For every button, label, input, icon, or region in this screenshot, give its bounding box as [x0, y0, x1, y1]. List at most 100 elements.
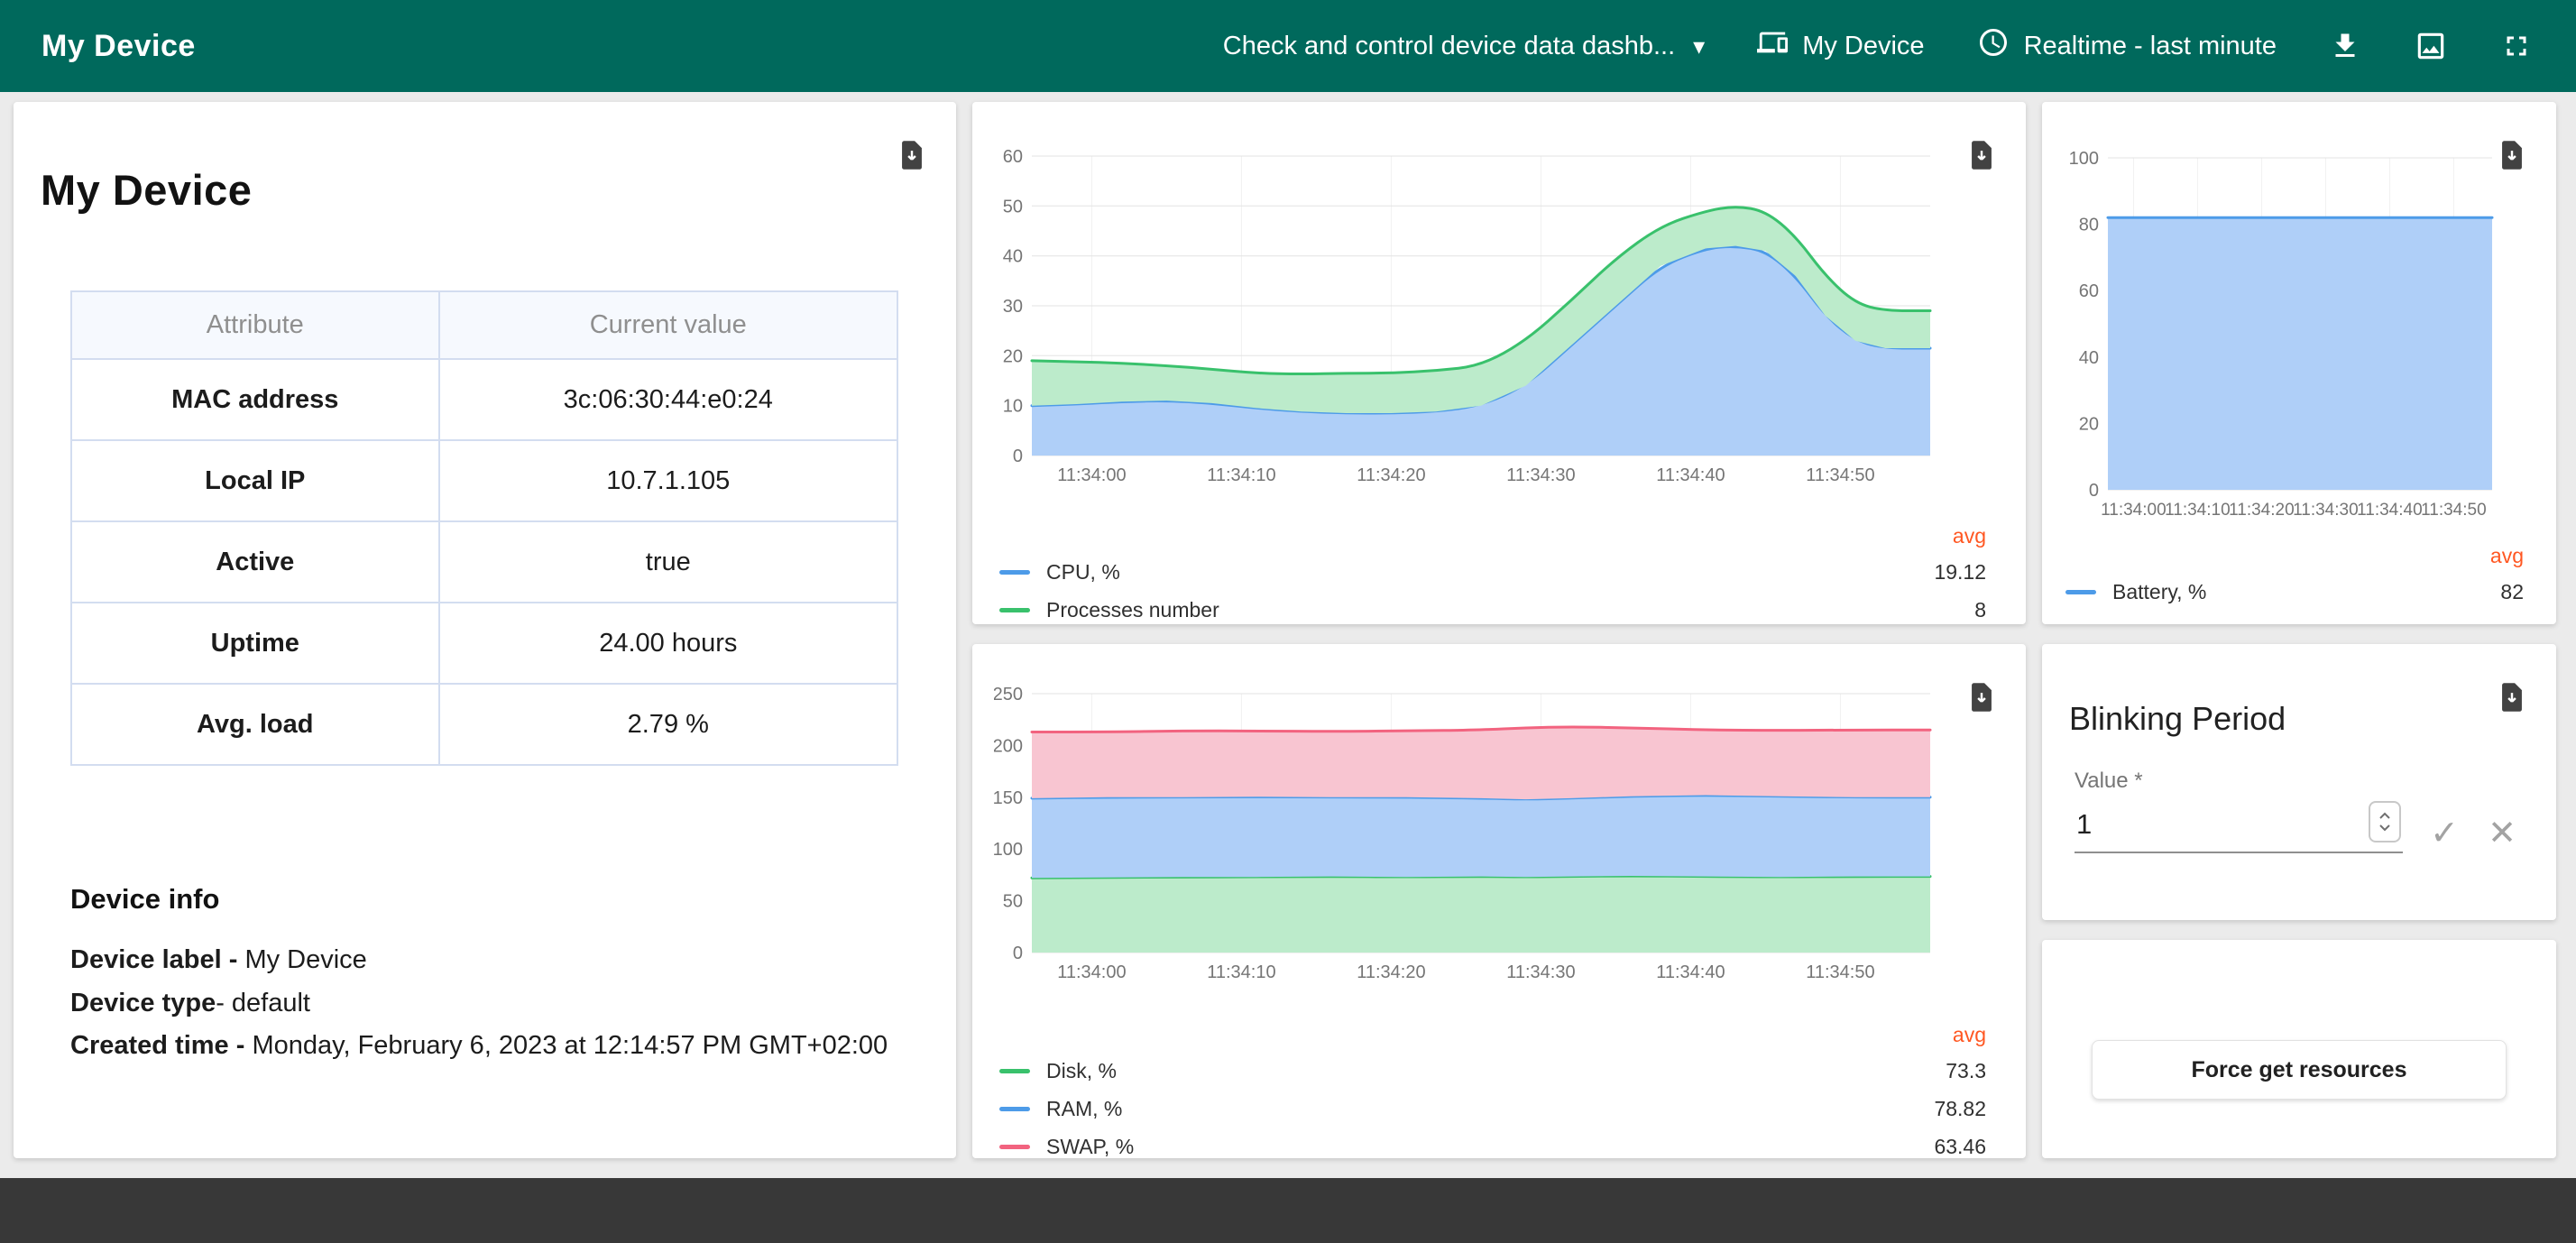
legend-label[interactable]: Processes number [1046, 598, 1219, 622]
info-value: My Device [244, 945, 366, 974]
y-tick-label: 30 [1003, 297, 1023, 317]
battery-chart-widget: 02040608010011:34:0011:34:1011:34:2011:3… [2042, 102, 2556, 624]
x-tick-label: 11:34:30 [1506, 962, 1575, 982]
attr-cell: Local IP [71, 440, 439, 521]
x-tick-label: 11:34:50 [1806, 465, 1874, 485]
y-tick-label: 80 [2079, 216, 2099, 235]
device-entity-button[interactable]: My Device [1757, 27, 1924, 65]
x-tick-label: 11:34:20 [1357, 962, 1425, 982]
legend-label[interactable]: SWAP, % [1046, 1135, 1134, 1159]
legend-avg-header: avg [999, 519, 1986, 553]
table-header-current-value: Current value [439, 291, 897, 359]
y-tick-label: 0 [1013, 944, 1023, 963]
export-widget-icon[interactable] [898, 140, 925, 173]
blinking-period-title: Blinking Period [2069, 700, 2286, 738]
legend-avg-value: 19.12 [1934, 560, 1986, 585]
table-header-row: Attribute Current value [71, 291, 897, 359]
value-cell: 24.00 hours [439, 603, 897, 684]
value-cell: 10.7.1.105 [439, 440, 897, 521]
x-tick-label: 11:34:10 [1207, 962, 1275, 982]
series-area [2108, 217, 2492, 490]
apply-check-icon[interactable]: ✓ [2423, 812, 2466, 855]
resources-chart-widget: 05010015020025011:34:0011:34:1011:34:201… [972, 644, 2026, 1158]
x-tick-label: 11:34:20 [2229, 501, 2295, 520]
y-tick-label: 50 [1003, 892, 1023, 912]
value-field-label: Value * [2075, 769, 2143, 794]
app-title: My Device [41, 29, 196, 64]
y-tick-label: 100 [994, 840, 1023, 860]
legend-row: Disk, %73.3 [999, 1052, 1986, 1090]
fullscreen-icon[interactable] [2500, 30, 2533, 62]
chart-legend: avg CPU, % 19.12 Processes number 8 [999, 519, 1986, 629]
x-tick-label: 11:34:30 [2293, 501, 2359, 520]
info-value: Monday, February 6, 2023 at 12:14:57 PM … [252, 1031, 888, 1060]
table-row: Local IP 10.7.1.105 [71, 440, 897, 521]
device-info-line: Device type- default [70, 982, 898, 1026]
download-icon[interactable] [2329, 30, 2361, 62]
dashboard-select-label: Check and control device data dashb... [1223, 32, 1675, 61]
info-label: Created time - [70, 1031, 252, 1060]
timewindow-button[interactable]: Realtime - last minute [1977, 26, 2277, 66]
x-tick-label: 11:34:00 [1057, 465, 1126, 485]
legend-label[interactable]: RAM, % [1046, 1097, 1122, 1121]
legend-swatch [2065, 590, 2096, 594]
x-tick-label: 11:34:00 [1057, 962, 1126, 982]
legend-row: RAM, % 78.82 [999, 1090, 1986, 1128]
x-tick-label: 11:34:40 [2357, 501, 2423, 520]
legend-label[interactable]: Battery, % [2112, 580, 2206, 604]
legend-swatch [999, 1069, 1030, 1073]
screenshot-image-icon[interactable] [2414, 29, 2448, 63]
blinking-period-widget: Blinking Period Value * ✓ ✕ [2042, 644, 2556, 920]
y-tick-label: 40 [2079, 348, 2099, 368]
export-widget-icon[interactable] [1968, 140, 1995, 173]
x-tick-label: 11:34:50 [1806, 962, 1874, 982]
export-widget-icon[interactable] [2498, 682, 2525, 715]
series-area [1032, 876, 1930, 953]
number-spinner[interactable] [2369, 801, 2401, 842]
table-row: Avg. load 2.79 % [71, 684, 897, 765]
device-entity-label: My Device [1802, 32, 1924, 61]
battery-chart[interactable]: 02040608010011:34:0011:34:1011:34:2011:3… [2056, 142, 2525, 529]
y-tick-label: 150 [994, 788, 1023, 808]
x-tick-label: 11:34:40 [1656, 465, 1725, 485]
legend-avg-header: avg [2065, 539, 2524, 573]
dashboard-select[interactable]: Check and control device data dashb... ▾ [1223, 32, 1705, 61]
legend-label[interactable]: CPU, % [1046, 560, 1120, 585]
force-get-resources-button[interactable]: Force get resources [2092, 1040, 2507, 1100]
legend-avg-value: 78.82 [1934, 1097, 1986, 1121]
resources-chart[interactable]: 05010015020025011:34:0011:34:1011:34:201… [994, 677, 1939, 992]
export-widget-icon[interactable] [1968, 682, 1995, 715]
y-tick-label: 0 [1013, 447, 1023, 466]
y-tick-label: 40 [1003, 247, 1023, 267]
attr-cell: Uptime [71, 603, 439, 684]
y-tick-label: 60 [1003, 147, 1023, 167]
legend-row: CPU, % 19.12 [999, 553, 1986, 591]
cpu-chart[interactable]: 010203040506011:34:0011:34:1011:34:2011:… [994, 142, 1939, 493]
x-tick-label: 11:34:30 [1506, 465, 1575, 485]
x-tick-label: 11:34:10 [2165, 501, 2231, 520]
clock-icon [1977, 26, 2010, 66]
y-tick-label: 100 [2069, 149, 2099, 169]
legend-avg-value: 63.46 [1934, 1135, 1986, 1159]
x-tick-label: 11:34:40 [1656, 962, 1725, 982]
chevron-down-icon: ▾ [1693, 34, 1705, 58]
legend-swatch [999, 1145, 1030, 1149]
attr-cell: MAC address [71, 359, 439, 440]
cancel-close-icon[interactable]: ✕ [2480, 812, 2524, 855]
y-tick-label: 250 [994, 685, 1023, 704]
y-tick-label: 10 [1003, 397, 1023, 417]
table-header-attribute: Attribute [71, 291, 439, 359]
device-info-heading: Device info [70, 883, 898, 916]
legend-avg-value: 8 [1974, 598, 1986, 622]
value-field-wrap [2075, 796, 2403, 853]
value-input[interactable] [2075, 808, 2403, 853]
legend-avg-value: 82 [2500, 580, 2524, 604]
header-controls: Check and control device data dashb... ▾… [1223, 26, 2533, 66]
bottom-bar [0, 1178, 2576, 1243]
y-tick-label: 20 [1003, 346, 1023, 366]
legend-row: SWAP, % 63.46 [999, 1128, 1986, 1165]
chart-legend: avg Battery, % 82 [2065, 539, 2524, 611]
device-card-title: My Device [41, 165, 898, 215]
legend-label[interactable]: Disk, % [1046, 1059, 1117, 1083]
timewindow-label: Realtime - last minute [2024, 32, 2277, 61]
